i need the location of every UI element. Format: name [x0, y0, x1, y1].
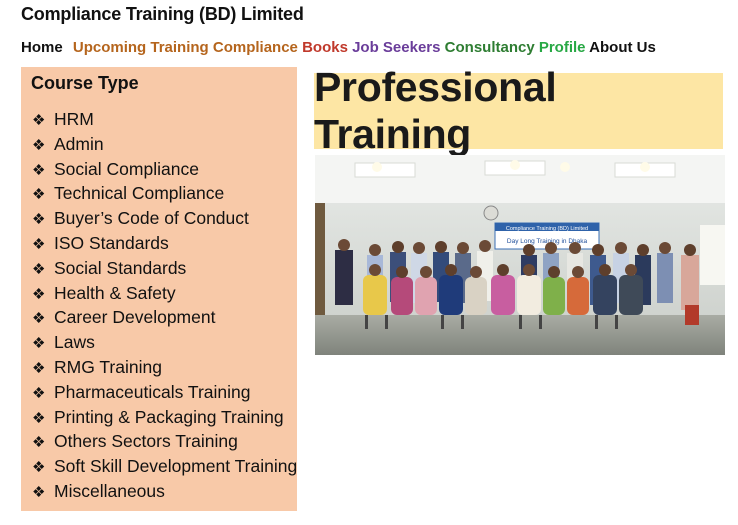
course-item[interactable]: ❖ Buyer’s Code of Conduct: [32, 206, 297, 231]
course-item-label: Pharmaceuticals Training: [54, 381, 251, 402]
sidebar-title: Course Type: [31, 73, 139, 93]
course-item-label: Social Standards: [54, 257, 187, 278]
nav-upcoming-training[interactable]: Upcoming Training: [73, 39, 209, 56]
diamond-bullet-icon: ❖: [32, 434, 46, 452]
course-type-sidebar: Course Type ❖ HRM ❖ Admin ❖ Social Compliance…: [21, 67, 297, 511]
course-item[interactable]: ❖ Soft Skill Development Training: [32, 454, 297, 479]
course-item-label: Health & Safety: [54, 282, 176, 303]
diamond-bullet-icon: ❖: [32, 384, 46, 402]
course-item[interactable]: ❖ ISO Standards: [32, 231, 297, 256]
course-item[interactable]: ❖ Pharmaceuticals Training: [32, 380, 297, 405]
course-item-label: Technical Compliance: [54, 183, 225, 204]
course-item-label: Career Development: [54, 307, 216, 328]
course-item[interactable]: ❖ Social Standards: [32, 256, 297, 281]
main-nav: Home Upcoming Training Compliance Books …: [21, 39, 656, 56]
professional-training-banner: Professional Training: [314, 64, 723, 157]
course-item-label: Laws: [54, 332, 95, 353]
diamond-bullet-icon: ❖: [32, 112, 46, 129]
diamond-bullet-icon: ❖: [32, 310, 46, 328]
diamond-bullet-icon: ❖: [32, 211, 46, 229]
diamond-bullet-icon: ❖: [32, 409, 46, 427]
course-item-label: HRM: [54, 109, 94, 129]
diamond-bullet-icon: ❖: [32, 335, 46, 353]
banner-text: Professional Training: [314, 64, 557, 157]
course-item-label: Social Compliance: [54, 158, 199, 179]
diamond-bullet-icon: ❖: [32, 359, 46, 377]
nav-profile[interactable]: Profile: [539, 39, 586, 56]
diamond-bullet-icon: ❖: [32, 260, 46, 278]
group-photo-image: Compliance Training (BD) Limited Day Lon…: [315, 155, 725, 355]
nav-books[interactable]: Books: [302, 39, 348, 56]
course-item[interactable]: ❖ RMG Training: [32, 355, 297, 380]
nav-home[interactable]: Home: [21, 39, 63, 56]
diamond-bullet-icon: ❖: [32, 235, 46, 253]
nav-about-us[interactable]: About Us: [589, 39, 656, 56]
course-item[interactable]: ❖ Admin: [32, 132, 297, 157]
course-item[interactable]: ❖ Printing & Packaging Training: [32, 405, 297, 430]
course-item[interactable]: ❖ Technical Compliance: [32, 181, 297, 206]
diamond-bullet-icon: ❖: [32, 136, 46, 154]
course-item-label: Soft Skill Development Training: [54, 456, 298, 477]
diamond-bullet-icon: ❖: [32, 285, 46, 303]
diamond-bullet-icon: ❖: [32, 161, 46, 179]
photo-banner-title: Compliance Training (BD) Limited: [506, 226, 588, 232]
course-item-label: Miscellaneous: [54, 480, 165, 501]
group-training-photo: Compliance Training (BD) Limited Day Lon…: [315, 155, 725, 355]
course-item[interactable]: ❖ Career Development: [32, 305, 297, 330]
diamond-bullet-icon: ❖: [32, 483, 46, 501]
course-item-label: RMG Training: [54, 356, 162, 377]
course-item[interactable]: ❖ Social Compliance: [32, 157, 297, 182]
course-item-label: ISO Standards: [54, 232, 169, 253]
diamond-bullet-icon: ❖: [32, 186, 46, 204]
nav-job-seekers[interactable]: Job Seekers: [352, 39, 440, 56]
course-list: ❖ HRM ❖ Admin ❖ Social Compliance ❖ Technical C…: [32, 107, 297, 504]
nav-compliance[interactable]: Compliance: [213, 39, 298, 56]
course-item[interactable]: ❖ HRM: [32, 107, 297, 132]
course-item-label: Printing & Packaging Training: [54, 406, 284, 427]
course-item[interactable]: ❖ Health & Safety: [32, 281, 297, 306]
course-item-label: Others Sectors Training: [54, 431, 238, 452]
nav-consultancy[interactable]: Consultancy: [445, 39, 535, 56]
diamond-bullet-icon: ❖: [32, 459, 46, 477]
course-item[interactable]: ❖ Laws: [32, 330, 297, 355]
course-item-label: Buyer’s Code of Conduct: [54, 208, 249, 229]
course-item-label: Admin: [54, 133, 104, 154]
course-item[interactable]: ❖ Miscellaneous: [32, 479, 297, 504]
course-item[interactable]: ❖ Others Sectors Training: [32, 429, 297, 454]
site-title: Compliance Training (BD) Limited: [21, 4, 304, 24]
